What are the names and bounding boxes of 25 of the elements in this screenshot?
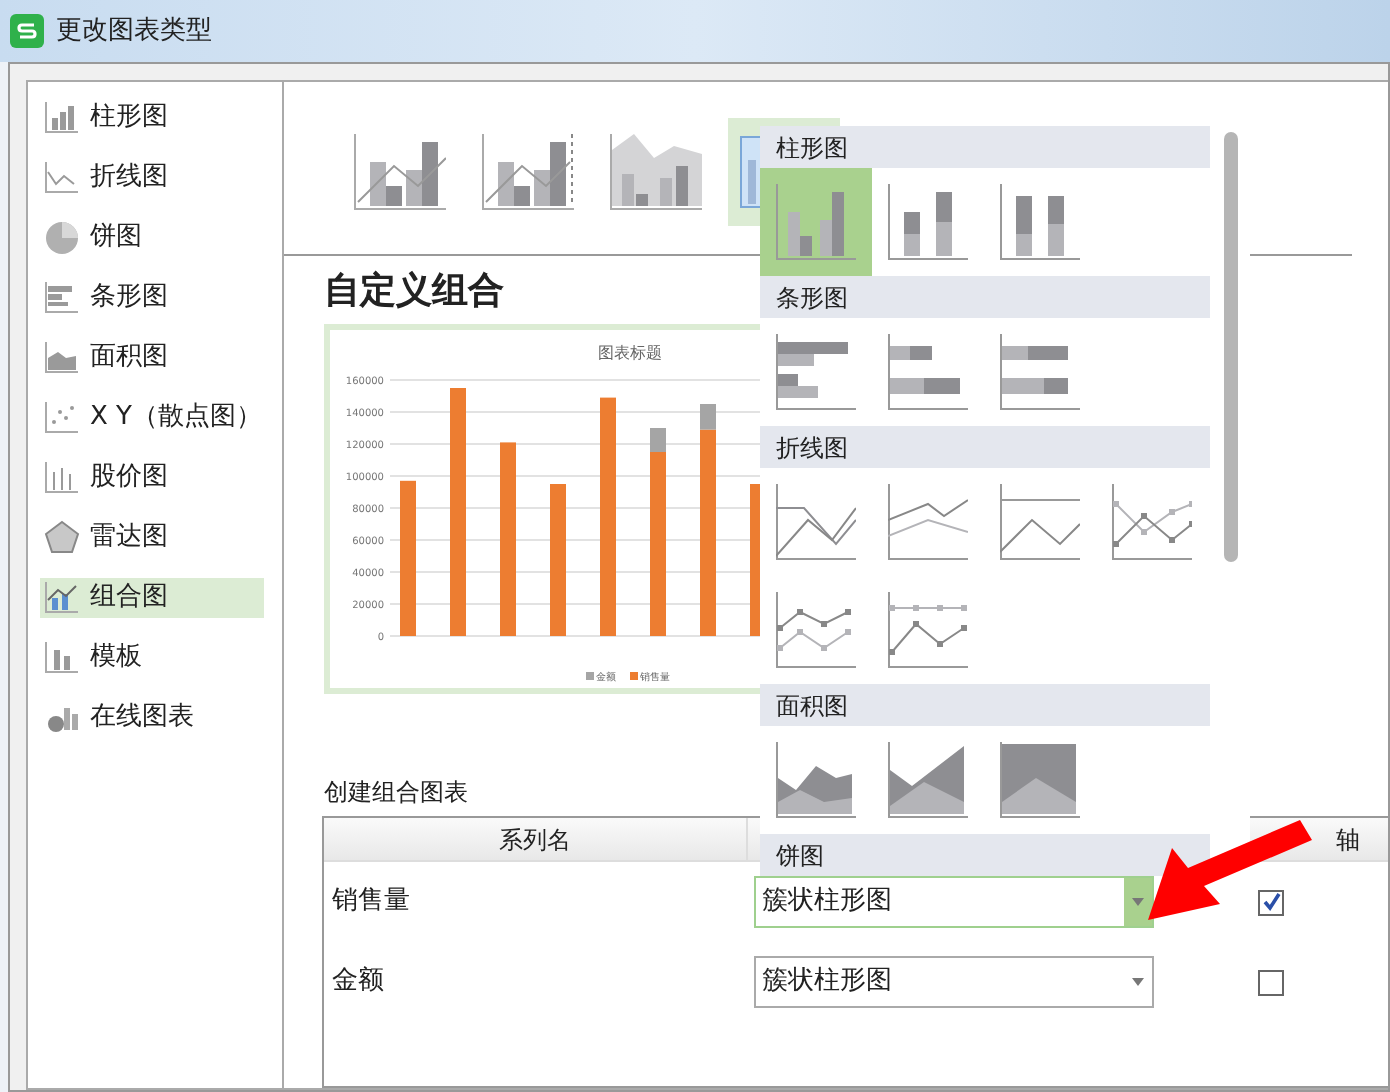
chart-type-item[interactable]: 柱形图 — [40, 98, 264, 138]
chart-type-item[interactable]: 面积图 — [40, 338, 264, 378]
chart-type-item[interactable]: 条形图 — [40, 278, 264, 318]
popup-section-header: 面积图 — [760, 684, 1210, 726]
table-caption: 创建组合图表 — [324, 776, 470, 810]
chart-type-item[interactable]: 组合图 — [40, 578, 264, 618]
chart-type-item[interactable]: X Y（散点图） — [40, 398, 264, 438]
popup-section-header: 饼图 — [760, 834, 1210, 876]
section-heading: 自定义组合 — [324, 268, 504, 316]
chart-type-item[interactable]: 雷达图 — [40, 518, 264, 558]
popup-section-header: 条形图 — [760, 276, 1210, 318]
chart-type-item[interactable]: 折线图 — [40, 158, 264, 198]
chart-type-item[interactable]: 股价图 — [40, 458, 264, 498]
column-header: 系列名 — [324, 818, 748, 860]
chart-type-item[interactable]: 饼图 — [40, 218, 264, 258]
chart-title: 图表标题 — [598, 344, 662, 362]
window-title: 更改图表类型 — [56, 13, 212, 50]
chart-type-dropdown[interactable]: 簇状柱形图 — [754, 956, 1154, 1008]
chart-type-item[interactable]: 在线图表 — [40, 698, 264, 738]
chart-type-item[interactable]: 模板 — [40, 638, 264, 678]
popup-section-header: 折线图 — [760, 426, 1210, 468]
series-name: 销售量 — [330, 884, 412, 921]
chart-type-dropdown[interactable]: 簇状柱形图 — [754, 876, 1154, 928]
popup-section-header: 柱形图 — [760, 126, 1210, 168]
series-name: 金额 — [330, 964, 386, 1001]
